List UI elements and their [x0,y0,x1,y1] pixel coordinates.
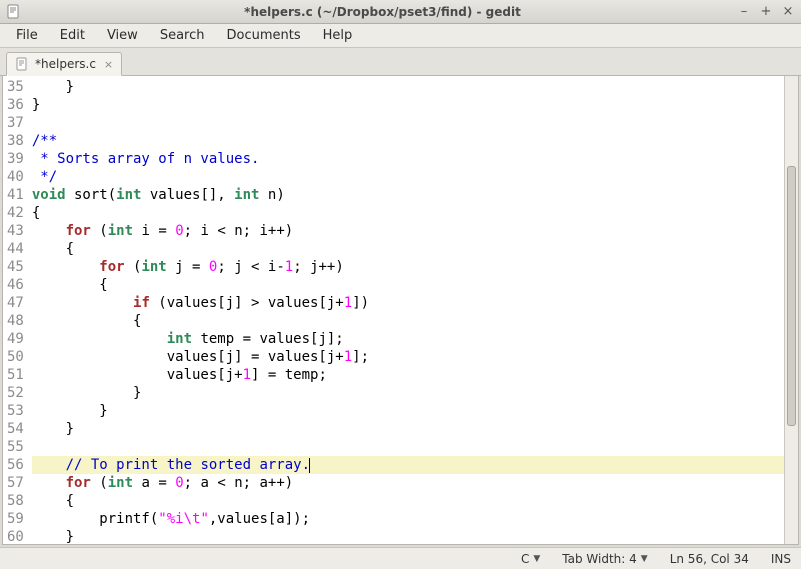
editor-area: 3536373839404142434445464748495051525354… [2,76,799,545]
line-number: 38 [7,132,24,150]
code-line[interactable] [32,438,784,456]
minimize-button[interactable]: – [737,4,751,19]
line-number-gutter: 3536373839404142434445464748495051525354… [3,76,30,544]
line-number: 37 [7,114,24,132]
menu-edit[interactable]: Edit [50,25,95,46]
code-line[interactable]: { [32,240,784,258]
code-line[interactable]: } [32,402,784,420]
code-line[interactable]: void sort(int values[], int n) [32,186,784,204]
code-line[interactable]: { [32,204,784,222]
code-line[interactable]: if (values[j] > values[j+1]) [32,294,784,312]
code-line[interactable]: for (int i = 0; i < n; i++) [32,222,784,240]
code-line[interactable]: } [32,96,784,114]
code-line[interactable]: } [32,78,784,96]
line-number: 35 [7,78,24,96]
line-number: 59 [7,510,24,528]
menu-help[interactable]: Help [313,25,363,46]
code-line[interactable]: { [32,276,784,294]
code-line[interactable]: for (int j = 0; j < i-1; j++) [32,258,784,276]
document-icon [15,57,29,71]
line-number: 39 [7,150,24,168]
line-number: 50 [7,348,24,366]
code-content[interactable]: }} /** * Sorts array of n values. */void … [30,76,784,544]
scrollbar-thumb[interactable] [787,166,796,426]
code-line[interactable]: { [32,492,784,510]
code-line[interactable]: /** [32,132,784,150]
tab-label: *helpers.c [35,57,96,71]
maximize-button[interactable]: + [759,4,773,19]
line-number: 60 [7,528,24,544]
status-tabwidth[interactable]: Tab Width: 4 ▼ [562,552,647,566]
titlebar: *helpers.c (~/Dropbox/pset3/find) - gedi… [0,0,801,24]
tab-close-icon[interactable]: × [102,58,115,71]
line-number: 46 [7,276,24,294]
line-number: 44 [7,240,24,258]
code-line[interactable]: for (int a = 0; a < n; a++) [32,474,784,492]
code-line[interactable]: // To print the sorted array. [32,456,784,474]
code-line[interactable]: { [32,312,784,330]
text-cursor [309,458,310,473]
code-line[interactable]: int temp = values[j]; [32,330,784,348]
code-line[interactable]: printf("%i\t",values[a]); [32,510,784,528]
line-number: 53 [7,402,24,420]
app-icon [6,4,22,20]
line-number: 43 [7,222,24,240]
text-editor[interactable]: 3536373839404142434445464748495051525354… [3,76,784,544]
line-number: 45 [7,258,24,276]
code-line[interactable]: } [32,420,784,438]
status-language[interactable]: C ▼ [521,552,540,566]
tabbar: *helpers.c × [0,48,801,76]
statusbar: C ▼ Tab Width: 4 ▼ Ln 56, Col 34 INS [0,547,801,569]
code-line[interactable]: } [32,528,784,544]
code-line[interactable]: } [32,384,784,402]
line-number: 36 [7,96,24,114]
status-insert-mode[interactable]: INS [771,552,791,566]
menu-view[interactable]: View [97,25,148,46]
close-button[interactable]: × [781,4,795,19]
line-number: 49 [7,330,24,348]
menu-documents[interactable]: Documents [216,25,310,46]
line-number: 55 [7,438,24,456]
line-number: 42 [7,204,24,222]
window-title: *helpers.c (~/Dropbox/pset3/find) - gedi… [28,5,737,19]
chevron-down-icon: ▼ [641,554,648,564]
line-number: 51 [7,366,24,384]
line-number: 57 [7,474,24,492]
line-number: 56 [7,456,24,474]
code-line[interactable]: values[j+1] = temp; [32,366,784,384]
tab-helpers-c[interactable]: *helpers.c × [6,52,122,76]
vertical-scrollbar[interactable] [784,76,798,544]
line-number: 40 [7,168,24,186]
status-cursor-position: Ln 56, Col 34 [670,552,749,566]
code-line[interactable]: */ [32,168,784,186]
line-number: 48 [7,312,24,330]
menu-file[interactable]: File [6,25,48,46]
code-line[interactable]: * Sorts array of n values. [32,150,784,168]
chevron-down-icon: ▼ [533,554,540,564]
code-line[interactable] [32,114,784,132]
line-number: 47 [7,294,24,312]
line-number: 52 [7,384,24,402]
line-number: 58 [7,492,24,510]
line-number: 54 [7,420,24,438]
code-line[interactable]: values[j] = values[j+1]; [32,348,784,366]
line-number: 41 [7,186,24,204]
menubar: File Edit View Search Documents Help [0,24,801,48]
menu-search[interactable]: Search [150,25,215,46]
